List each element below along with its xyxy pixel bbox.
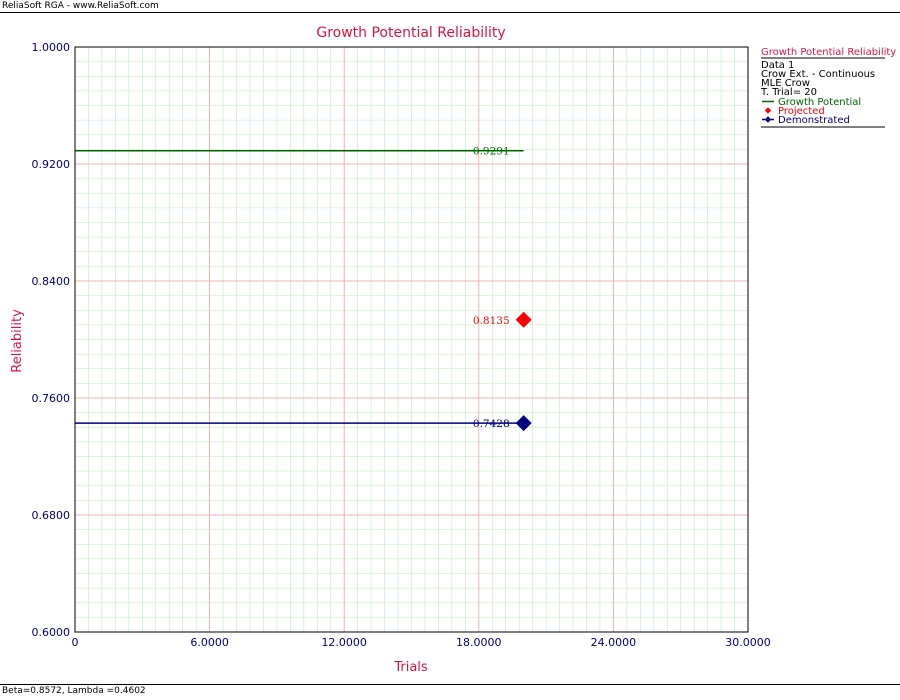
data-label: 0.9291	[473, 146, 510, 158]
demonstrated-marker	[515, 415, 532, 432]
x-tick-label: 24.0000	[591, 636, 637, 649]
data-label: 0.7428	[473, 418, 510, 430]
legend-diamond-swatch	[764, 107, 772, 114]
x-axis-label: Trials	[393, 660, 428, 675]
y-axis-label: Reliability	[10, 309, 25, 373]
chart: Growth Potential Reliability 0 6.0000 12.0…	[10, 25, 896, 675]
x-tick-label: 30.0000	[725, 636, 771, 649]
legend-diamond-swatch	[764, 116, 772, 123]
series-layer: 0.9291 0.8135 0.7428	[75, 146, 532, 432]
x-tick-label: 12.0000	[321, 636, 367, 649]
y-tick-label: 0.9200	[32, 158, 71, 171]
x-tick-label: 6.0000	[190, 636, 229, 649]
footer-text: Beta=0.8572, Lambda =0.4602	[2, 686, 146, 696]
legend-entry-label: Demonstrated	[778, 115, 850, 126]
x-tick-label: 18.0000	[456, 636, 502, 649]
projected-marker	[515, 311, 532, 328]
y-tick-label: 0.6000	[32, 626, 71, 639]
chart-title: Growth Potential Reliability	[316, 25, 505, 41]
x-axis-ticks: 0 6.0000 12.0000 18.0000 24.0000 30.0000	[72, 636, 771, 649]
y-tick-label: 0.8400	[32, 275, 71, 288]
y-tick-label: 0.6800	[32, 509, 71, 522]
y-axis-ticks: 0.6000 0.6800 0.7600 0.8400 0.9200 1.0000	[32, 41, 71, 639]
legend-title: Growth Potential Reliability	[761, 47, 896, 58]
y-tick-label: 0.7600	[32, 392, 71, 405]
legend: Growth Potential ReliabilityData 1Crow E…	[760, 47, 896, 128]
data-label: 0.8135	[473, 315, 510, 327]
y-tick-label: 1.0000	[32, 41, 71, 54]
grid-minor	[75, 47, 748, 632]
x-tick-label: 0	[72, 636, 79, 649]
